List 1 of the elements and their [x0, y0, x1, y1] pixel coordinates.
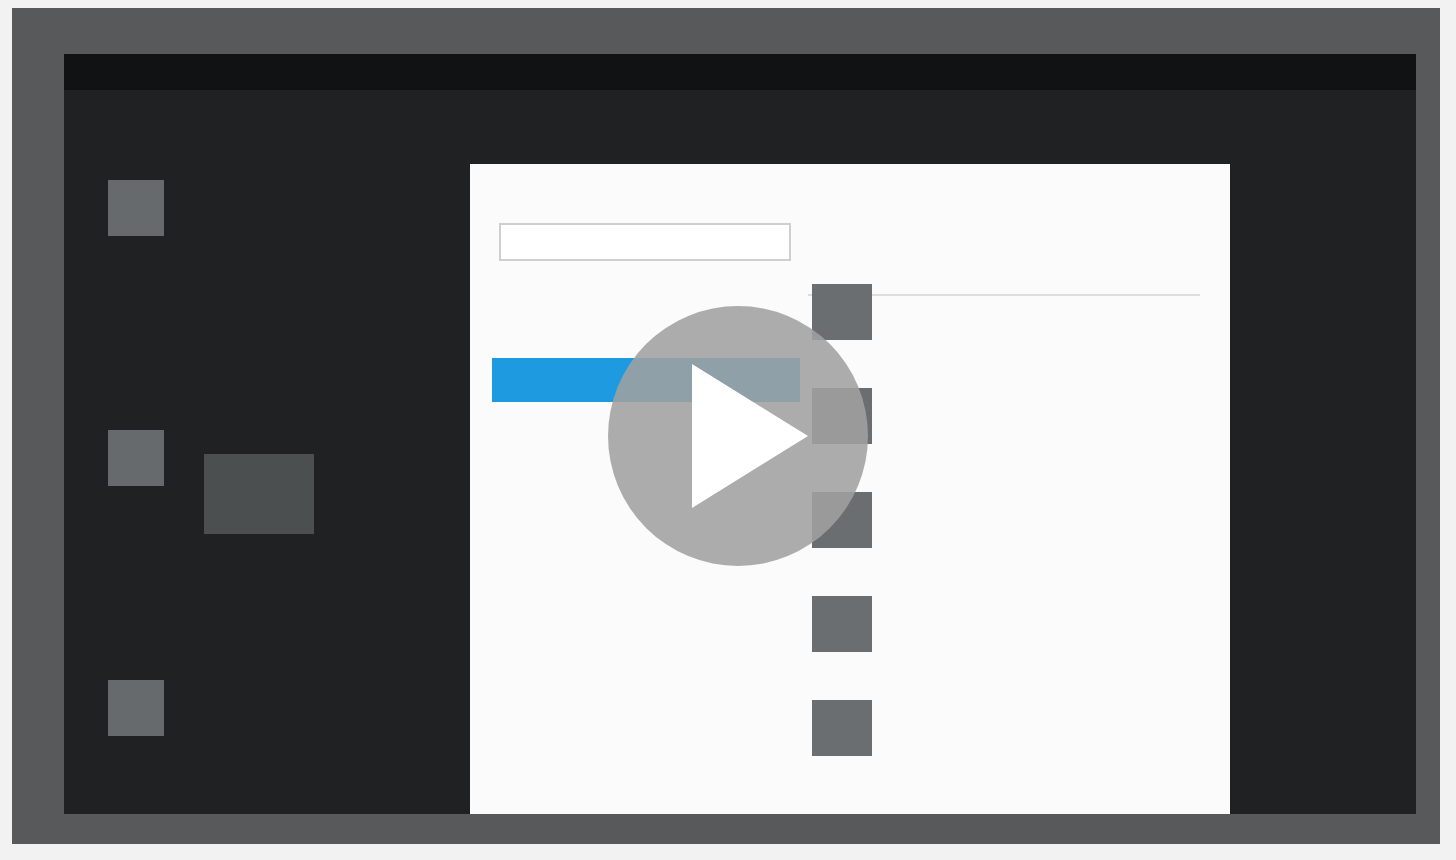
play-icon [692, 364, 808, 508]
